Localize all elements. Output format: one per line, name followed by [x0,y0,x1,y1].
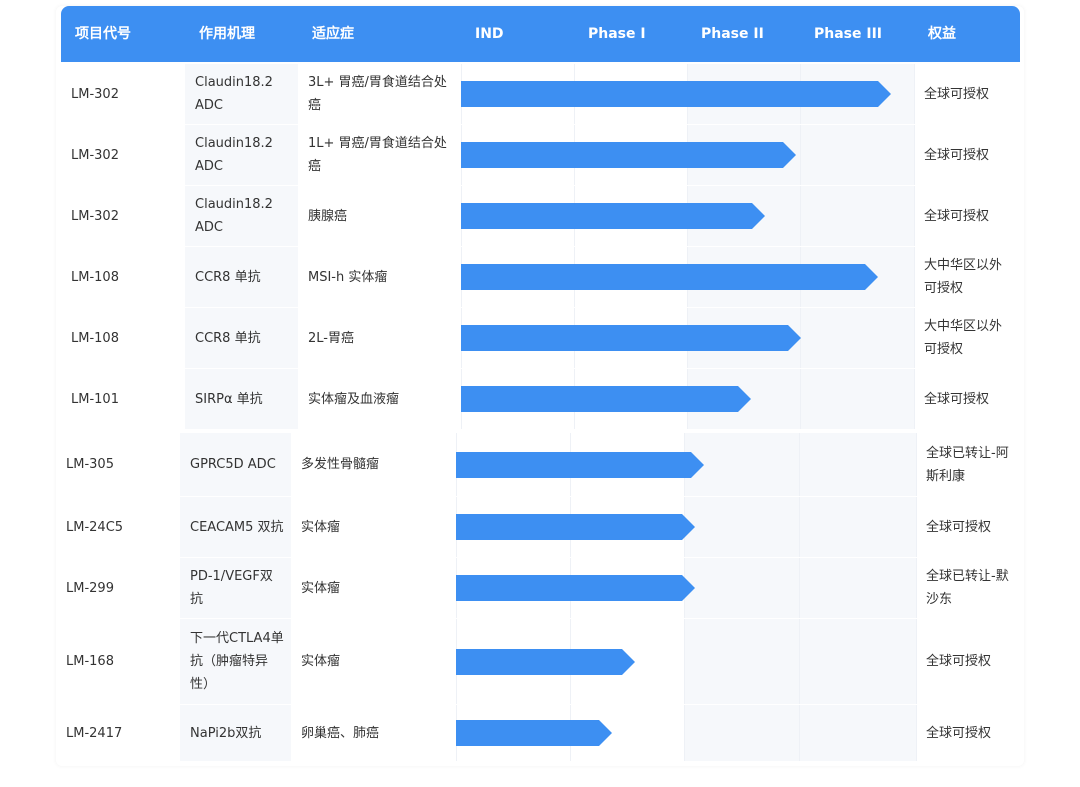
project-code: LM-108 [71,269,119,285]
indication: 实体瘤 [301,654,341,669]
header-mechanism: 作用机理 [199,26,255,42]
project-code: LM-168 [66,654,114,669]
cell-background [799,497,916,557]
indication: 实体瘤 [301,580,341,596]
project-code: LM-24C5 [66,519,124,535]
cell-background [799,433,916,496]
cell-background [684,705,799,761]
rights: 全球可授权 [924,86,990,102]
mechanism: SIRPα 单抗 [195,391,263,407]
cell-background [800,125,914,185]
rights: 全球已转让-阿斯利康 [926,445,1009,484]
indication: 1L+ 胃癌/胃食道结合处癌 [308,136,447,174]
rights: 全球可授权 [926,725,992,741]
stage-progress-arrow [461,203,765,229]
stage-gridline [799,497,800,557]
mechanism: CCR8 单抗 [195,269,261,285]
rights: 全球已转让-默沙东 [926,569,1009,607]
rights: 全球可授权 [926,654,992,669]
stage-progress-arrow [461,81,891,107]
table-row: LM-299 PD-1/VEGF双抗 实体瘤 全球已转让-默沙东 [56,558,1020,618]
project-code: LM-108 [71,330,119,346]
rights: 全球可授权 [924,147,990,163]
header-code: 项目代号 [75,26,131,42]
table-row: LM-302 Claudin18.2 ADC 3L+ 胃癌/胃食道结合处癌 全球可授权 [61,64,1020,124]
table-row: LM-2417 NaPi2b双抗 卵巢癌、肺癌 全球可授权 [56,705,1020,761]
project-code: LM-302 [71,86,119,102]
rights: 全球可授权 [926,519,992,535]
stage-gridline [800,369,801,429]
table-row: LM-302 Claudin18.2 ADC 胰腺癌 全球可授权 [61,186,1020,246]
project-code: LM-302 [71,147,119,163]
project-code: LM-101 [71,391,119,407]
cell-background [799,558,916,618]
stage-gridline [799,705,800,761]
stage-gridline [684,705,685,761]
stage-gridline [799,558,800,618]
header-stage-ind: IND [475,26,504,42]
stage-gridline [799,619,800,704]
stage-gridline [800,125,801,185]
header-stage-phase1: Phase I [588,26,646,42]
cell-background [800,369,914,429]
table-row: LM-24C5 CEACAM5 双抗 实体瘤 全球可授权 [56,497,1020,557]
table-row: LM-305 GPRC5D ADC 多发性骨髓瘤 全球已转让-阿斯利康 [56,433,1020,496]
stage-progress-arrow [461,142,796,168]
indication: 卵巢癌、肺癌 [301,725,380,741]
mechanism: 下一代CTLA4单抗（肿瘤特异性） [190,631,284,692]
indication: 多发性骨髓瘤 [301,457,380,472]
table-row: LM-101 SIRPα 单抗 实体瘤及血液瘤 全球可授权 [61,369,1020,429]
stage-progress-arrow [456,649,635,675]
cell-background [684,497,799,557]
rights: 大中华区以外可授权 [924,319,1003,357]
indication: 2L-胃癌 [308,330,354,346]
stage-gridline [800,186,801,246]
pipeline-table: 项目代号 作用机理 适应症 IND Phase I Phase II Phase… [56,6,1024,766]
indication: MSI-h 实体瘤 [308,269,388,285]
cell-background [799,705,916,761]
stage-progress-arrow [456,452,704,478]
indication: 胰腺癌 [308,208,348,224]
indication: 实体瘤 [301,519,341,535]
mechanism: NaPi2b双抗 [190,725,262,741]
stage-gridline [799,433,800,496]
mechanism: GPRC5D ADC [190,457,276,472]
rights: 全球可授权 [924,208,990,224]
stage-progress-arrow [456,575,695,601]
stage-progress-arrow [461,264,878,290]
header-stage-phase2: Phase II [701,26,764,42]
cell-background [799,619,916,704]
stage-gridline [684,619,685,704]
project-code: LM-305 [66,457,114,472]
stage-progress-arrow [456,514,695,540]
table-row: LM-108 CCR8 单抗 2L-胃癌 大中华区以外可授权 [61,308,1020,368]
table-header: 项目代号 作用机理 适应症 IND Phase I Phase II Phase… [61,6,1020,62]
stage-progress-arrow [461,386,751,412]
mechanism: Claudin18.2 ADC [195,197,273,235]
cell-background [800,186,914,246]
mechanism: PD-1/VEGF双抗 [190,569,273,607]
cell-background [684,558,799,618]
indication: 3L+ 胃癌/胃食道结合处癌 [308,75,447,113]
cell-background [800,308,914,368]
header-indication: 适应症 [312,26,354,42]
stage-progress-arrow [456,720,612,746]
header-rights: 权益 [928,26,956,42]
rights: 全球可授权 [924,391,990,407]
project-code: LM-302 [71,208,119,224]
table-row: LM-302 Claudin18.2 ADC 1L+ 胃癌/胃食道结合处癌 全球可授权 [61,125,1020,185]
indication: 实体瘤及血液瘤 [308,391,400,407]
rights: 大中华区以外可授权 [924,258,1003,296]
mechanism: CCR8 单抗 [195,330,261,346]
table-row: LM-168 下一代CTLA4单抗（肿瘤特异性） 实体瘤 全球可授权 [56,619,1020,704]
project-code: LM-2417 [66,725,123,741]
project-code: LM-299 [66,580,114,596]
mechanism: Claudin18.2 ADC [195,75,273,113]
stage-progress-arrow [461,325,801,351]
header-stage-phase3: Phase III [814,26,883,42]
mechanism: Claudin18.2 ADC [195,136,273,174]
mechanism: CEACAM5 双抗 [190,519,284,535]
table-row: LM-108 CCR8 单抗 MSI-h 实体瘤 大中华区以外可授权 [61,247,1020,307]
cell-background [684,619,799,704]
